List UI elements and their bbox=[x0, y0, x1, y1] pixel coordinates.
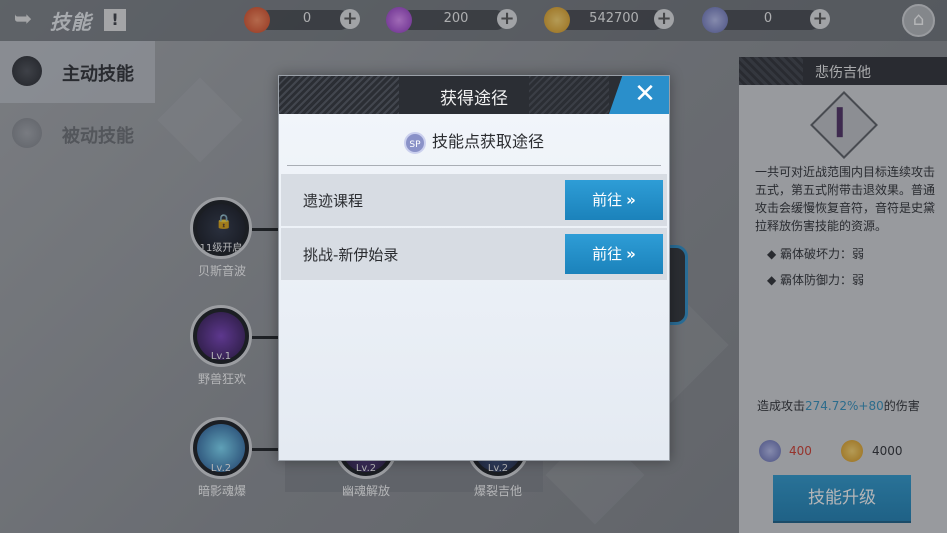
divider bbox=[287, 165, 661, 166]
dialog-body: SP 技能点获取途径 遗迹课程 前往» 挑战-新伊始录 前往» bbox=[279, 114, 669, 460]
dialog-title: 获得途径 bbox=[440, 89, 508, 109]
go-label: 前往 bbox=[592, 245, 623, 263]
section-title: SP 技能点获取途径 bbox=[279, 128, 669, 154]
go-button[interactable]: 前往» bbox=[565, 180, 663, 220]
go-label: 前往 bbox=[592, 191, 623, 209]
double-chevron-right-icon: » bbox=[626, 191, 636, 209]
acquire-route-dialog: 获得途径 ✕ SP 技能点获取途径 遗迹课程 前往» 挑战-新伊始录 前往» bbox=[278, 75, 670, 461]
go-button[interactable]: 前往» bbox=[565, 234, 663, 274]
route-row: 遗迹课程 前往» bbox=[281, 174, 667, 226]
route-label: 遗迹课程 bbox=[303, 192, 364, 210]
sp-point-icon: SP bbox=[403, 131, 426, 154]
close-icon: ✕ bbox=[634, 79, 656, 109]
route-label: 挑战-新伊始录 bbox=[303, 246, 399, 264]
close-button[interactable]: ✕ bbox=[609, 76, 669, 114]
double-chevron-right-icon: » bbox=[626, 245, 636, 263]
dialog-header: 获得途径 ✕ bbox=[279, 76, 669, 114]
section-title-text: 技能点获取途径 bbox=[431, 132, 544, 151]
route-row: 挑战-新伊始录 前往» bbox=[281, 228, 667, 280]
